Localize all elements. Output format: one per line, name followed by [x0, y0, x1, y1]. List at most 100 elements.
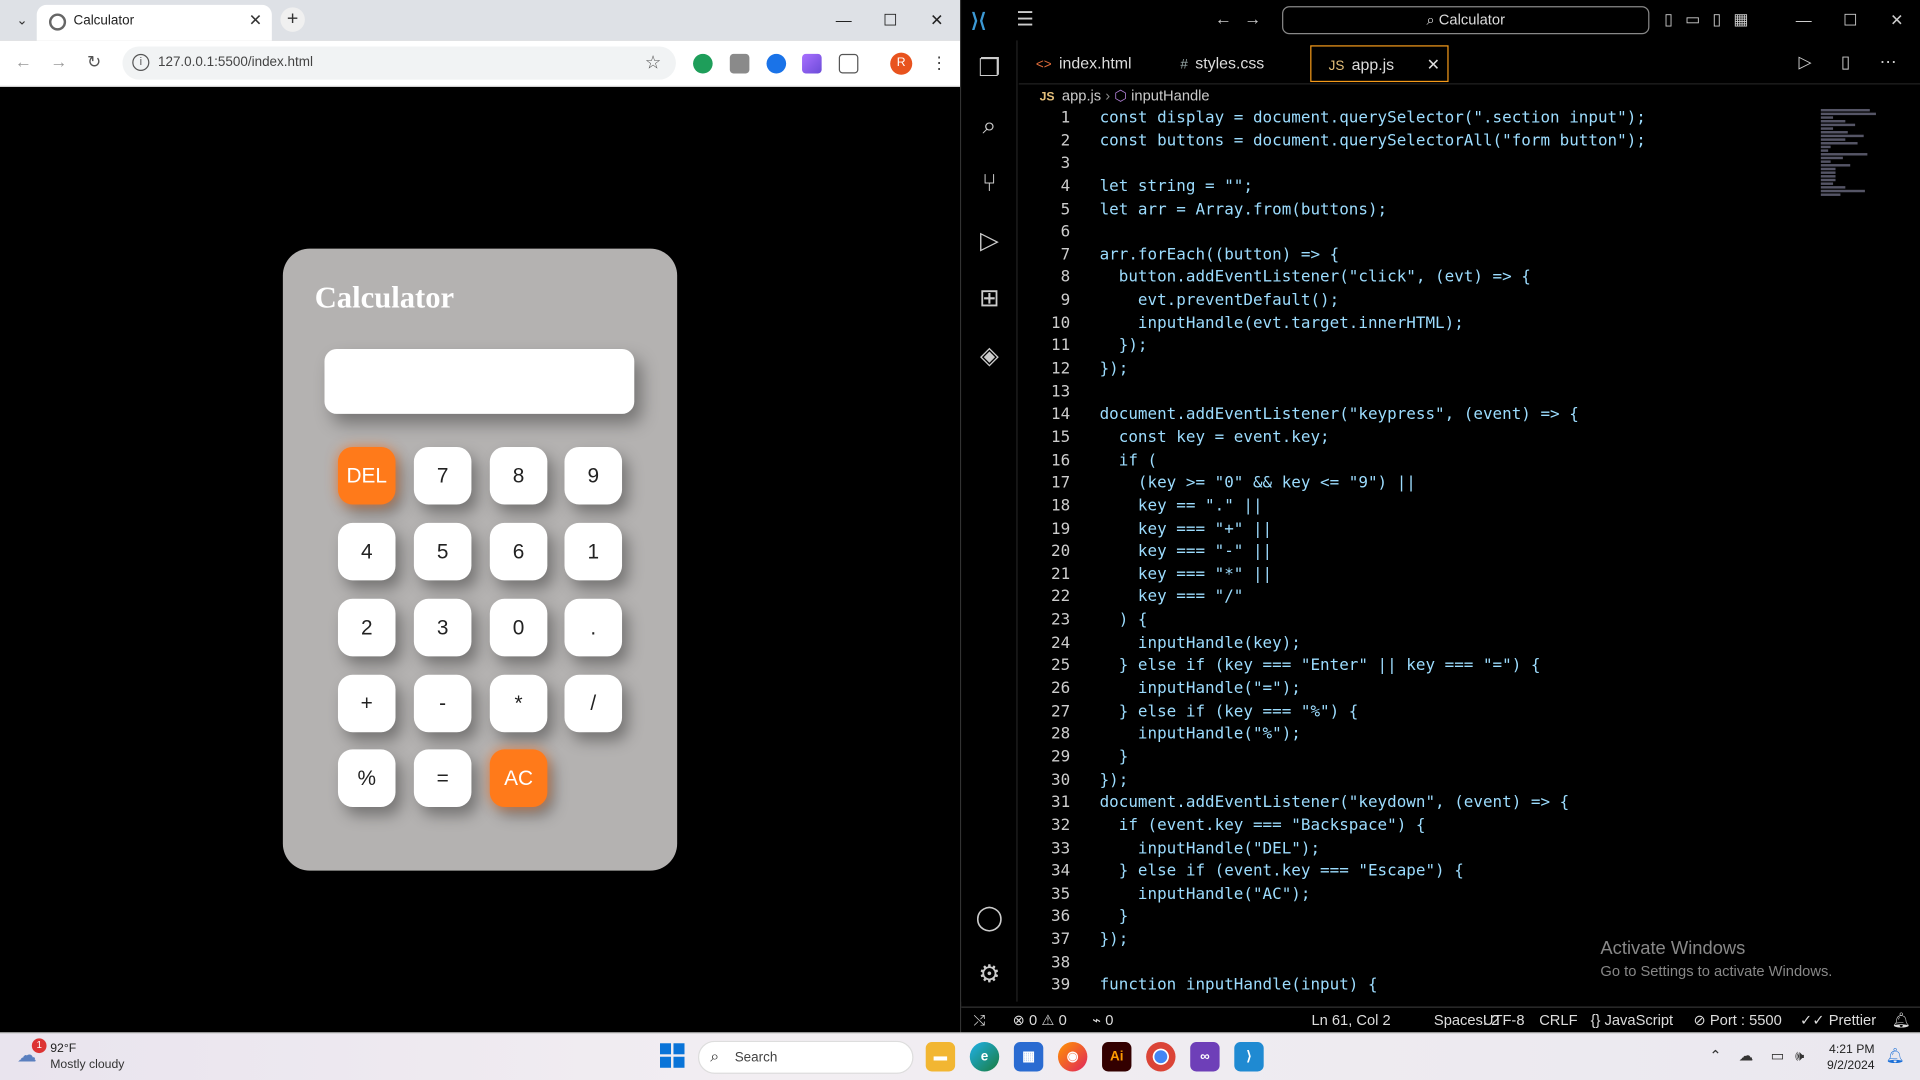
code-line[interactable]: 21 key === "*" ||	[1019, 564, 1864, 587]
file-explorer-icon[interactable]: ▬	[925, 1042, 956, 1072]
command-center[interactable]: ⌕ Calculator	[1282, 6, 1650, 35]
code-line[interactable]: 22 key === "/"	[1019, 587, 1864, 610]
key-percent-button[interactable]: %	[337, 749, 396, 807]
code-line[interactable]: 36 }	[1019, 907, 1864, 930]
volume-icon[interactable]: 🕪︎	[1795, 1047, 1804, 1065]
key-multiply-button[interactable]: *	[489, 674, 548, 733]
key-9-button[interactable]: 9	[564, 446, 623, 505]
code-line[interactable]: 34 } else if (event.key === "Escape") {	[1019, 861, 1864, 884]
live-server-port[interactable]: ⊘ Port : 5500	[1693, 1011, 1781, 1028]
key-del-button[interactable]: DEL	[337, 446, 396, 505]
pen-extension-icon[interactable]	[802, 53, 822, 74]
address-bar[interactable]: i 127.0.0.1:5500/index.html ☆	[122, 46, 676, 80]
code-line[interactable]: 1 const display = document.querySelector(…	[1019, 108, 1864, 131]
key-4-button[interactable]: 4	[337, 522, 396, 581]
key-7-button[interactable]: 7	[413, 446, 472, 505]
line-endings[interactable]: CRLF	[1539, 1011, 1577, 1028]
language-mode[interactable]: {} JavaScript	[1591, 1011, 1674, 1028]
back-icon[interactable]: ←	[15, 51, 32, 71]
profile-avatar[interactable]: R	[890, 52, 913, 75]
code-line[interactable]: 7 arr.forEach((button) => {	[1019, 245, 1864, 268]
explorer-icon[interactable]: ❐	[973, 53, 1005, 85]
tab-search-chevron-icon[interactable]: ⌄	[10, 9, 34, 33]
code-line[interactable]: 15 const key = event.key;	[1019, 427, 1864, 450]
close-tab-icon[interactable]: ✕	[249, 11, 262, 31]
breadcrumb-file[interactable]: app.js	[1062, 87, 1101, 104]
start-button[interactable]	[660, 1043, 685, 1068]
code-line[interactable]: 6	[1019, 222, 1864, 245]
store-icon[interactable]: ▦	[1013, 1042, 1044, 1072]
code-line[interactable]: 14 document.addEventListener("keypress", …	[1019, 404, 1864, 427]
code-line[interactable]: 23 ) {	[1019, 610, 1864, 633]
ports-indicator[interactable]: ⌁ 0	[1092, 1011, 1113, 1028]
chrome-icon[interactable]	[1146, 1042, 1176, 1072]
problems-indicator[interactable]: ⊗ 0 ⚠ 0	[1013, 1011, 1067, 1028]
calculator-display-input[interactable]	[324, 348, 635, 414]
layout-toggle-icons[interactable]: ▯▭▯▦	[1664, 10, 1761, 30]
search-icon[interactable]: ⌕	[973, 110, 1005, 142]
settings-gear-icon[interactable]: ⚙	[973, 959, 1005, 991]
code-line[interactable]: 24 inputHandle(key);	[1019, 633, 1864, 656]
key-1-button[interactable]: 1	[564, 522, 623, 581]
code-line[interactable]: 31 document.addEventListener("keydown", (…	[1019, 793, 1864, 816]
close-tab-icon[interactable]: ✕	[1427, 47, 1440, 84]
code-line[interactable]: 26 inputHandle("=");	[1019, 678, 1864, 701]
code-line[interactable]: 27 } else if (key === "%") {	[1019, 701, 1864, 724]
remote-indicator-icon[interactable]: ⤭	[973, 1011, 985, 1029]
key-6-button[interactable]: 6	[489, 522, 548, 581]
code-line[interactable]: 13	[1019, 382, 1864, 405]
display-icon[interactable]: ▭	[1771, 1047, 1785, 1064]
extensions-icon[interactable]: ⊞	[973, 283, 1005, 315]
edge-icon[interactable]: e	[969, 1042, 1000, 1072]
code-line[interactable]: 35 inputHandle("AC");	[1019, 884, 1864, 907]
site-info-icon[interactable]: i	[132, 53, 150, 72]
maximize-icon[interactable]: ☐	[867, 0, 914, 40]
minimap[interactable]	[1820, 108, 1907, 243]
grammarly-extension-icon[interactable]	[693, 53, 713, 74]
code-line[interactable]: 2 const buttons = document.querySelectorA…	[1019, 131, 1864, 154]
notification-bell-icon[interactable]: 🔔︎	[1886, 1047, 1905, 1064]
run-debug-icon[interactable]: ▷	[973, 225, 1005, 257]
code-line[interactable]: 11 });	[1019, 336, 1864, 359]
code-line[interactable]: 33 inputHandle("DEL");	[1019, 838, 1864, 861]
taskbar-search[interactable]: ⌕ Search	[697, 1040, 914, 1074]
new-tab-button[interactable]: +	[280, 7, 305, 32]
code-line[interactable]: 29 }	[1019, 747, 1864, 770]
code-line[interactable]: 32 if (event.key === "Backspace") {	[1019, 815, 1864, 838]
cursor-position[interactable]: Ln 61, Col 2	[1311, 1011, 1390, 1028]
network-icon[interactable]: ☁	[1739, 1047, 1754, 1064]
key-divide-button[interactable]: /	[564, 674, 623, 733]
minimize-icon[interactable]: —	[820, 0, 867, 40]
puzzle-extensions-icon[interactable]	[838, 53, 859, 74]
key-equals-button[interactable]: =	[413, 749, 472, 807]
key-decimal-button[interactable]: .	[564, 598, 623, 657]
key-3-button[interactable]: 3	[413, 598, 472, 657]
browser-tab-calculator[interactable]: Calculator ✕	[36, 4, 272, 41]
prettier-status[interactable]: ✓✓ Prettier	[1800, 1011, 1876, 1028]
code-line[interactable]: 25 } else if (key === "Enter" || key ===…	[1019, 656, 1864, 679]
system-clock[interactable]: 4:21 PM 9/2/2024	[1827, 1042, 1875, 1074]
code-line[interactable]: 19 key === "+" ||	[1019, 519, 1864, 542]
source-control-icon[interactable]: ⑂	[973, 168, 1005, 200]
code-line[interactable]: 20 key === "-" ||	[1019, 541, 1864, 564]
code-line[interactable]: 8 button.addEventListener("click", (evt)…	[1019, 268, 1864, 291]
code-line[interactable]: 5 let arr = Array.from(buttons);	[1019, 199, 1864, 222]
code-line[interactable]: 28 inputHandle("%");	[1019, 724, 1864, 747]
tray-chevron-icon[interactable]: ⌃	[1709, 1047, 1721, 1064]
key-8-button[interactable]: 8	[489, 446, 548, 505]
tab-styles-css[interactable]: # styles.css	[1163, 45, 1307, 82]
code-line[interactable]: 4 let string = "";	[1019, 176, 1864, 199]
account-icon[interactable]: ◯	[973, 902, 1005, 934]
key-plus-button[interactable]: +	[337, 674, 396, 733]
code-line[interactable]: 12});	[1019, 359, 1864, 382]
maximize-icon[interactable]: ☐	[1827, 0, 1874, 40]
editor-actions[interactable]: ▷ ▯ ⋯	[1798, 51, 1909, 72]
visual-studio-icon[interactable]: ∞	[1190, 1042, 1220, 1072]
key-minus-button[interactable]: -	[413, 674, 472, 733]
breadcrumb-symbol[interactable]: inputHandle	[1131, 87, 1209, 104]
menu-icon[interactable]: ☰	[1016, 7, 1034, 31]
key-ac-button[interactable]: AC	[489, 749, 548, 807]
encoding[interactable]: UTF-8	[1483, 1011, 1525, 1028]
code-line[interactable]: 9 evt.preventDefault();	[1019, 290, 1864, 313]
code-editor[interactable]: 1 const display = document.querySelector(…	[1019, 108, 1864, 1002]
